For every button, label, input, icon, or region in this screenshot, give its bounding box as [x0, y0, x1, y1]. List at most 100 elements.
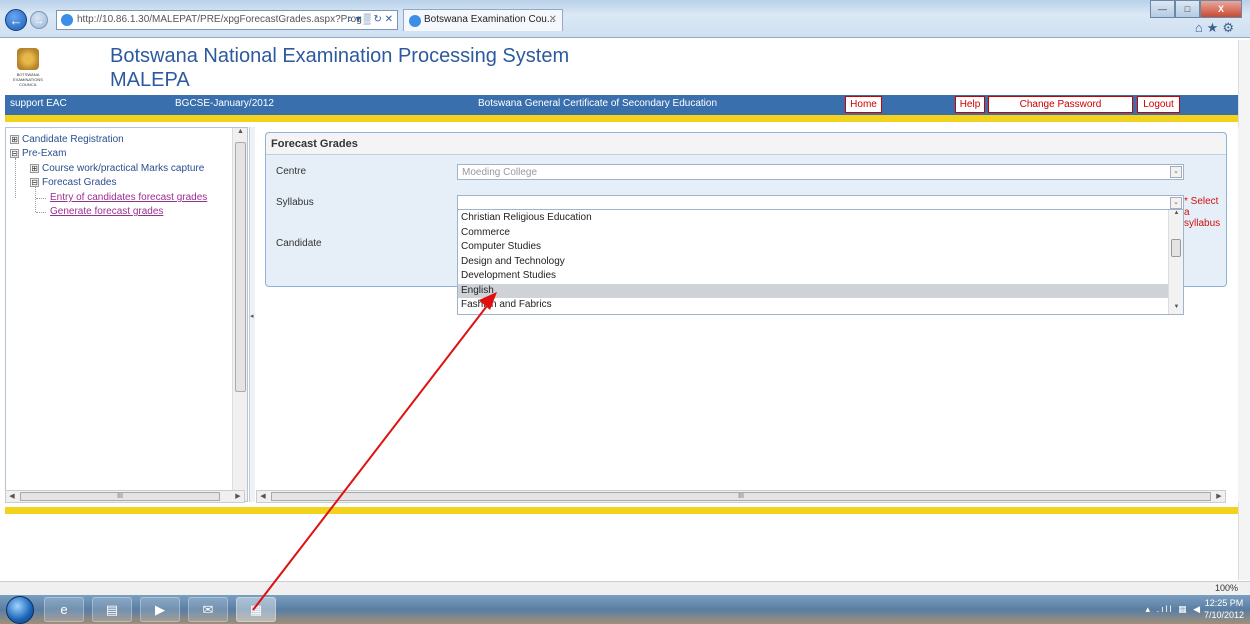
- outlook-taskbar-icon[interactable]: ✉: [188, 597, 228, 622]
- ie-taskbar-icon[interactable]: e: [44, 597, 84, 622]
- scroll-left-icon[interactable]: ◀: [6, 491, 18, 502]
- tree-label: Candidate Registration: [22, 134, 124, 145]
- tree-horizontal-scrollbar[interactable]: ◀ III ▶: [5, 490, 245, 503]
- tree-label: Pre-Exam: [22, 148, 67, 159]
- tree-connector: [36, 198, 46, 199]
- candidate-label: Candidate: [276, 238, 322, 249]
- logo-text: BOTSWANA EXAMINATIONS COUNCIL: [13, 72, 43, 87]
- browser-tab[interactable]: Botswana Examination Cou... ✕: [403, 9, 563, 31]
- dropdown-scrollbar[interactable]: ▲ ▼: [1168, 210, 1183, 314]
- maximize-button[interactable]: □: [1175, 0, 1200, 18]
- main-vertical-scrollbar[interactable]: [1238, 127, 1250, 502]
- tree-connector: [35, 187, 36, 212]
- syllabus-option[interactable]: English: [458, 283, 1168, 298]
- clock-time: 12:25 PM: [1204, 598, 1244, 608]
- expand-icon[interactable]: ⊞: [30, 163, 39, 173]
- tree-item-candidate-registration[interactable]: ⊞ Candidate Registration: [10, 134, 124, 145]
- top-nav-bar: support EAC BGCSE-January/2012 Botswana …: [5, 95, 1238, 115]
- scroll-up-icon[interactable]: ▲: [233, 128, 248, 140]
- tree-label: Course work/practical Marks capture: [42, 163, 205, 174]
- system-tray-icons[interactable]: ▴ .ıll ▦ ◀: [1146, 604, 1202, 615]
- scroll-up-icon[interactable]: ▲: [1169, 210, 1183, 220]
- tree-item-entry-forecast[interactable]: Entry of candidates forecast grades: [50, 192, 207, 203]
- current-user: support EAC: [10, 98, 67, 109]
- scroll-thumb[interactable]: [235, 142, 246, 392]
- splitter-handle-icon[interactable]: ◂: [250, 312, 254, 320]
- scroll-left-icon[interactable]: ◀: [257, 491, 269, 502]
- chevron-down-icon[interactable]: ⌄: [1170, 166, 1182, 178]
- syllabus-label: Syllabus: [276, 197, 314, 208]
- navigation-tree: ⊞ Candidate Registration ⊟ Pre-Exam ⊞ Cours…: [5, 127, 248, 502]
- minimize-button[interactable]: —: [1150, 0, 1175, 18]
- tree-vertical-scrollbar[interactable]: ▲ ▼: [232, 128, 247, 501]
- start-button[interactable]: [6, 596, 34, 624]
- address-url: http://10.86.1.30/MALEPAT/PRE/xpgForecas…: [77, 14, 362, 25]
- clock[interactable]: 12:25 PM 7/10/2012: [1204, 597, 1244, 621]
- generate-forecast-link[interactable]: Generate forecast grades: [50, 206, 163, 217]
- window-controls: — □ X: [1150, 0, 1242, 18]
- syllabus-validation-message: * Select a syllabus: [1184, 196, 1221, 229]
- close-window-button[interactable]: X: [1200, 0, 1242, 18]
- syllabus-option[interactable]: Christian Religious Education: [458, 211, 1168, 226]
- scroll-thumb[interactable]: III: [271, 492, 1211, 501]
- syllabus-option[interactable]: Commerce: [458, 226, 1168, 241]
- programme-name: Botswana General Certificate of Secondar…: [478, 98, 718, 109]
- syllabus-dropdown-list[interactable]: Christian Religious Education Commerce Com…: [457, 209, 1184, 315]
- panel-title: Forecast Grades: [266, 133, 1226, 155]
- centre-value: Moeding College: [462, 167, 538, 178]
- scroll-thumb[interactable]: [1171, 239, 1181, 257]
- ie-page-icon: [61, 14, 73, 26]
- collapse-icon[interactable]: ⊟: [10, 148, 19, 158]
- coat-of-arms-icon: [17, 48, 39, 70]
- tree-item-forecast-grades[interactable]: ⊟ Forecast Grades: [30, 177, 116, 188]
- home-favorites-tools-icons[interactable]: ⌂★⚙: [1195, 20, 1238, 36]
- clock-date: 7/10/2012: [1203, 610, 1244, 620]
- address-tools-icons[interactable]: ⌕ ▾ ▒ ↻ ✕: [347, 11, 393, 29]
- zoom-level[interactable]: 100%: [1215, 583, 1238, 593]
- explorer-taskbar-icon[interactable]: ▤: [92, 597, 132, 622]
- entry-forecast-link[interactable]: Entry of candidates forecast grades: [50, 192, 207, 203]
- syllabus-option[interactable]: Development Studies: [458, 269, 1168, 284]
- ie-tab-icon: [409, 15, 421, 27]
- forward-button[interactable]: →: [30, 11, 48, 29]
- windows-taskbar: e ▤ ▶ ✉ ▦ ▴ .ıll ▦ ◀ 12:25 PM 7/10/2012: [0, 595, 1250, 624]
- browser-chrome: ← → http://10.86.1.30/MALEPAT/PRE/xpgFor…: [0, 0, 1250, 38]
- exam-session: BGCSE-January/2012: [175, 98, 274, 109]
- syllabus-option[interactable]: Fashion and Fabrics: [458, 298, 1168, 313]
- back-button[interactable]: ←: [5, 9, 27, 31]
- scroll-down-icon[interactable]: ▼: [1169, 304, 1183, 314]
- scroll-right-icon[interactable]: ▶: [1213, 491, 1225, 502]
- collapse-icon[interactable]: ⊟: [30, 177, 39, 187]
- app-taskbar-icon[interactable]: ▦: [236, 597, 276, 622]
- media-player-taskbar-icon[interactable]: ▶: [140, 597, 180, 622]
- tree-connector: [36, 212, 46, 213]
- tree-connector: [15, 158, 16, 198]
- home-button[interactable]: Home: [845, 96, 882, 113]
- syllabus-option[interactable]: Design and Technology: [458, 255, 1168, 270]
- app-title: Botswana National Examination Processing…: [110, 45, 570, 67]
- centre-select[interactable]: Moeding College ⌄: [457, 164, 1184, 180]
- annotation-arrow-line: [252, 301, 491, 611]
- tree-item-coursework[interactable]: ⊞ Course work/practical Marks capture: [30, 163, 204, 174]
- tree-item-generate-forecast[interactable]: Generate forecast grades: [50, 206, 163, 217]
- logout-button[interactable]: Logout: [1137, 96, 1180, 113]
- help-button[interactable]: Help: [955, 96, 985, 113]
- centre-label: Centre: [276, 166, 307, 177]
- tab-title: Botswana Examination Cou...: [424, 14, 556, 25]
- expand-icon[interactable]: ⊞: [10, 134, 19, 144]
- screen: ← → http://10.86.1.30/MALEPAT/PRE/xpgFor…: [0, 0, 1250, 624]
- scroll-thumb[interactable]: III: [20, 492, 220, 501]
- change-password-button[interactable]: Change Password: [988, 96, 1133, 113]
- syllabus-option[interactable]: Computer Studies: [458, 240, 1168, 255]
- scroll-right-icon[interactable]: ▶: [232, 491, 244, 502]
- pane-splitter[interactable]: ◂: [249, 127, 255, 502]
- tab-close-icon[interactable]: ✕: [549, 10, 557, 30]
- accent-band-top: [5, 115, 1238, 122]
- tree-label: Forecast Grades: [42, 177, 117, 188]
- app-subtitle: MALEPA: [110, 69, 190, 91]
- accent-band-bottom: [5, 507, 1238, 514]
- tree-item-pre-exam[interactable]: ⊟ Pre-Exam: [10, 148, 66, 159]
- chevron-down-icon[interactable]: ⌄: [1170, 197, 1182, 209]
- main-horizontal-scrollbar[interactable]: ◀ III ▶: [256, 490, 1226, 503]
- address-bar[interactable]: http://10.86.1.30/MALEPAT/PRE/xpgForecas…: [56, 10, 398, 30]
